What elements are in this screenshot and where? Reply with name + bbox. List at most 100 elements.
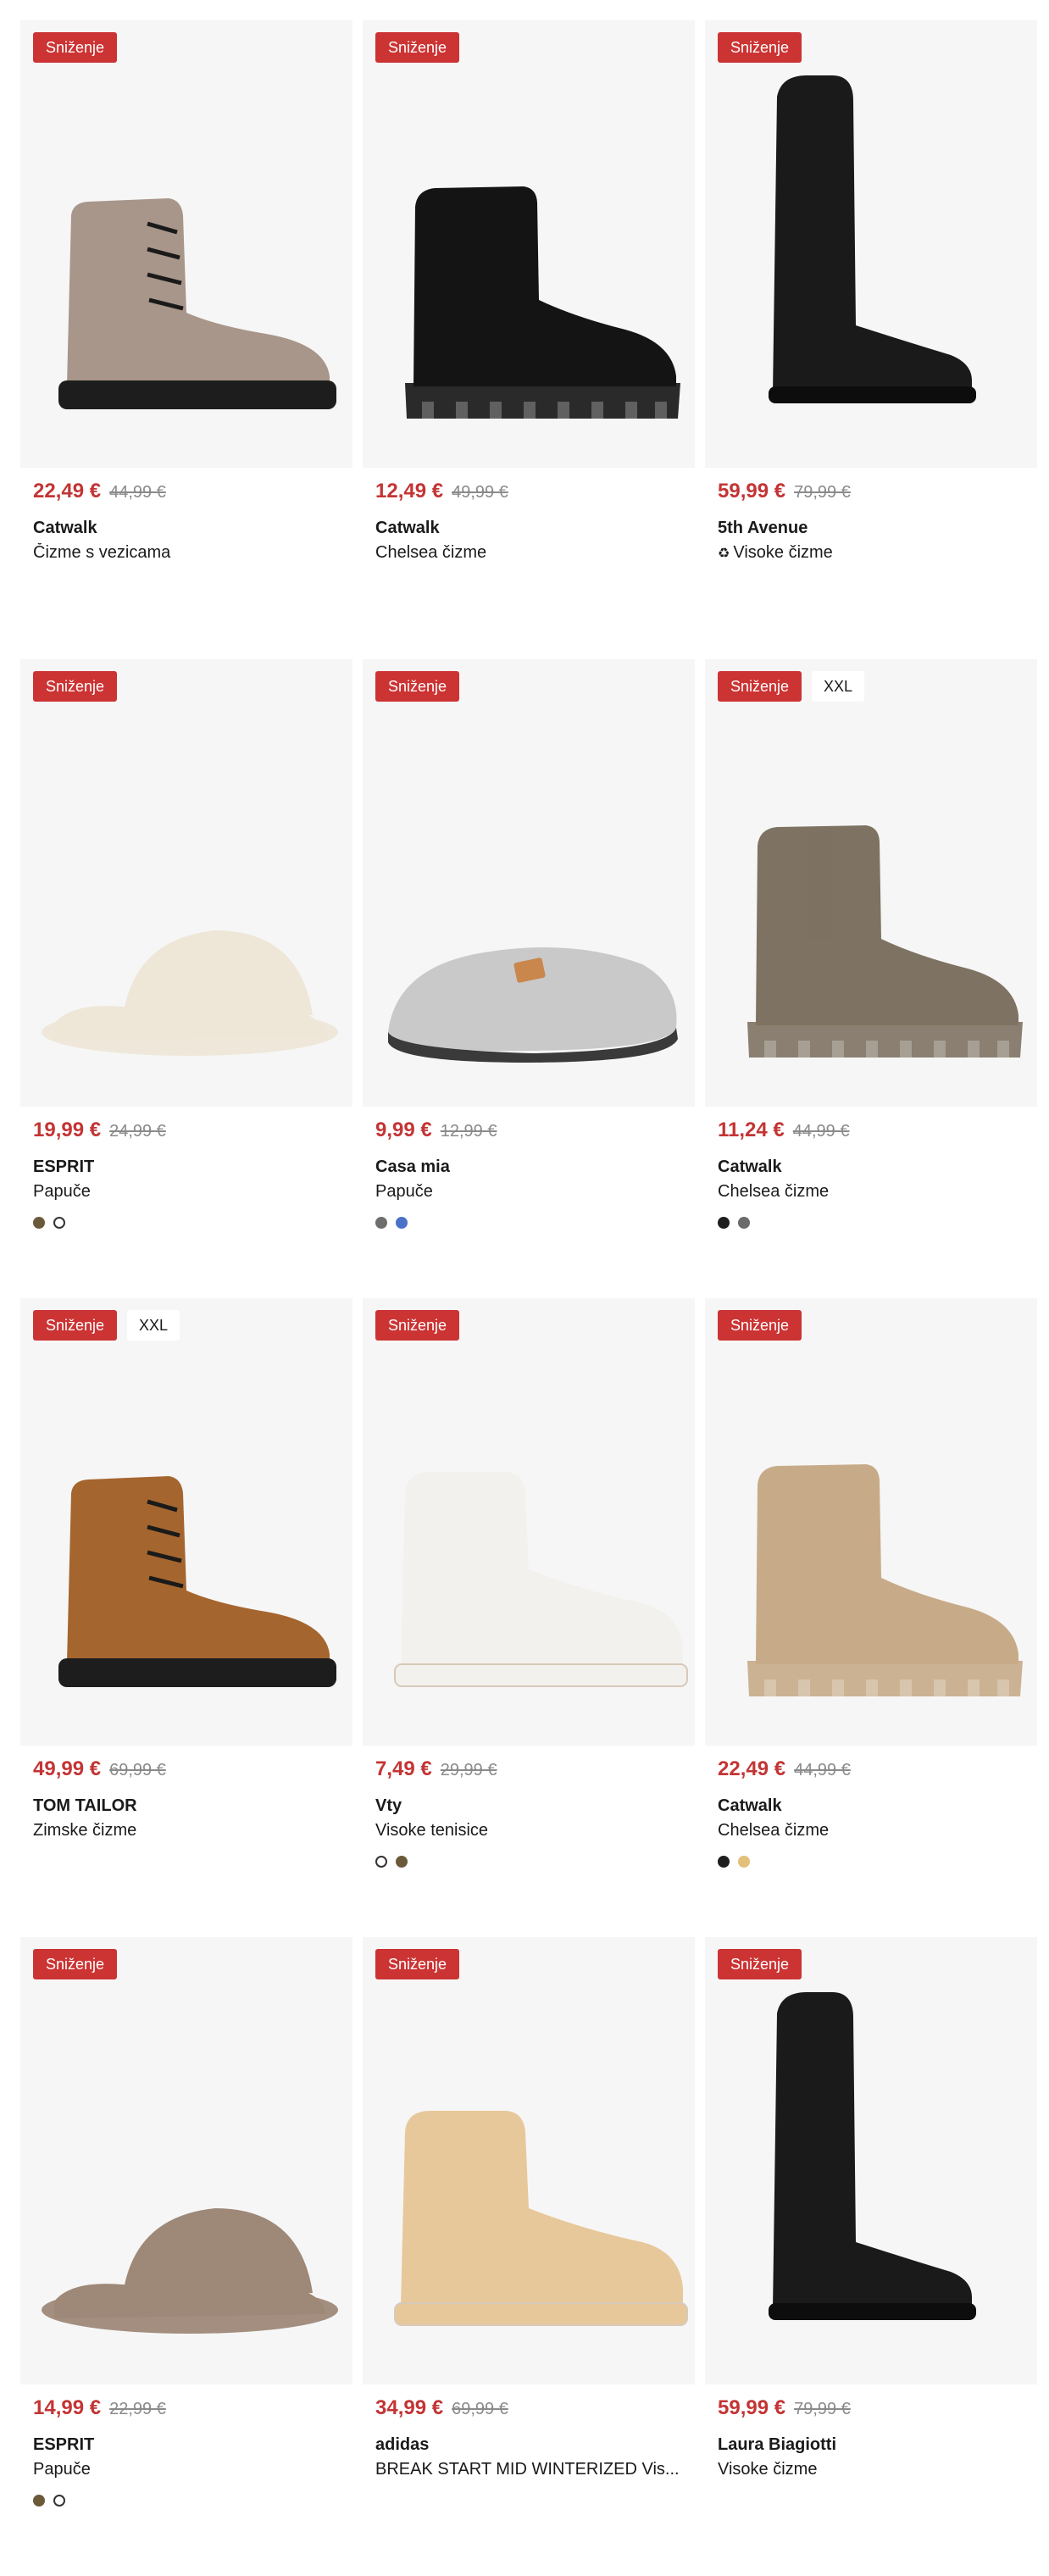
- product-name[interactable]: Zimske čizme: [33, 1821, 340, 1840]
- sale-price: 11,24 €: [718, 1119, 785, 1141]
- color-swatches: [33, 1217, 340, 1229]
- product-brand[interactable]: adidas: [375, 2435, 682, 2455]
- sale-price: 22,49 €: [718, 1757, 786, 1780]
- product-image[interactable]: Sniženje: [20, 1937, 352, 2384]
- product-image[interactable]: Sniženje: [705, 1937, 1037, 2384]
- product-image[interactable]: Sniženje XXL: [705, 659, 1037, 1107]
- product-image[interactable]: Sniženje: [363, 659, 695, 1107]
- original-price: 69,99 €: [452, 2400, 508, 2418]
- price-row: 22,49 € 44,99 €: [33, 480, 340, 503]
- product-card[interactable]: Sniženje 12,49 € 49,99 € Catwalk Chelsea čiz…: [363, 20, 695, 659]
- product-name[interactable]: Čizme s vezicama: [33, 543, 340, 563]
- color-swatch[interactable]: [375, 1217, 387, 1229]
- sale-badge: Sniženje: [33, 671, 118, 702]
- product-card[interactable]: Sniženje 34,99 € 69,99 € adidas BREAK START …: [363, 1937, 695, 2576]
- product-name[interactable]: Papuče: [33, 2460, 340, 2479]
- product-card[interactable]: Sniženje 19,99 € 24,99 € ESPRIT Papuče: [20, 659, 352, 1298]
- color-swatch[interactable]: [396, 1856, 408, 1868]
- sale-price: 12,49 €: [375, 480, 444, 502]
- product-card[interactable]: Sniženje 22,49 € 44,99 € Catwalk Chelsea čiz…: [705, 1298, 1037, 1937]
- product-name[interactable]: Papuče: [375, 1182, 682, 1202]
- original-price: 44,99 €: [109, 483, 166, 502]
- product-name-text: Čizme s vezicama: [33, 543, 171, 562]
- product-card[interactable]: Sniženje 59,99 € 79,99 € Laura Biagiotti Vis…: [705, 1937, 1037, 2576]
- sale-price: 14,99 €: [33, 2396, 102, 2419]
- original-price: 22,99 €: [109, 2400, 166, 2418]
- sustainability-icon: ♻: [718, 547, 730, 561]
- product-brand[interactable]: TOM TAILOR: [33, 1796, 340, 1816]
- product-brand[interactable]: Catwalk: [718, 1158, 1024, 1177]
- original-price: 69,99 €: [109, 1761, 166, 1779]
- product-image[interactable]: Sniženje: [363, 1937, 695, 2384]
- product-image[interactable]: Sniženje XXL: [20, 1298, 352, 1746]
- xxl-badge: XXL: [127, 1310, 180, 1341]
- sale-badge: Sniženje: [375, 671, 460, 702]
- product-name[interactable]: BREAK START MID WINTERIZED Vis...: [375, 2460, 682, 2479]
- product-brand[interactable]: ESPRIT: [33, 2435, 340, 2455]
- product-brand[interactable]: ESPRIT: [33, 1158, 340, 1177]
- product-brand[interactable]: Catwalk: [718, 1796, 1024, 1816]
- product-image[interactable]: Sniženje: [20, 659, 352, 1107]
- product-card[interactable]: Sniženje XXL 49,99 € 69,99 € TOM TAILOR Zimsk…: [20, 1298, 352, 1937]
- color-swatch[interactable]: [396, 1217, 408, 1229]
- product-name[interactable]: Chelsea čizme: [718, 1182, 1024, 1202]
- product-card[interactable]: Sniženje XXL 11,24 € 44,99 € Catwalk Chelsea …: [705, 659, 1037, 1298]
- product-name[interactable]: Visoke čizme: [718, 2460, 1024, 2479]
- xxl-badge: XXL: [812, 671, 865, 702]
- product-name[interactable]: Visoke tenisice: [375, 1821, 682, 1840]
- product-image[interactable]: Sniženje: [705, 1298, 1037, 1746]
- product-grid: Sniženje 22,49 € 44,99 € Catwalk Čizme s vez…: [20, 20, 1037, 2576]
- price-row: 11,24 € 44,99 €: [718, 1119, 1024, 1142]
- color-swatch[interactable]: [33, 1217, 45, 1229]
- price-row: 49,99 € 69,99 €: [33, 1757, 340, 1781]
- product-brand[interactable]: Laura Biagiotti: [718, 2435, 1024, 2455]
- color-swatch[interactable]: [53, 2495, 65, 2507]
- sale-price: 7,49 €: [375, 1757, 432, 1780]
- color-swatch[interactable]: [738, 1217, 750, 1229]
- sale-price: 59,99 €: [718, 2396, 786, 2419]
- original-price: 29,99 €: [440, 1761, 497, 1779]
- product-image[interactable]: Sniženje: [20, 20, 352, 468]
- original-price: 49,99 €: [452, 483, 508, 502]
- product-image[interactable]: Sniženje: [705, 20, 1037, 468]
- product-card[interactable]: Sniženje 14,99 € 22,99 € ESPRIT Papuče: [20, 1937, 352, 2576]
- sale-badge: Sniženje: [33, 1949, 118, 1979]
- color-swatch[interactable]: [738, 1856, 750, 1868]
- product-name-text: Papuče: [33, 1182, 91, 1201]
- price-row: 19,99 € 24,99 €: [33, 1119, 340, 1142]
- color-swatch[interactable]: [718, 1217, 730, 1229]
- product-brand[interactable]: Catwalk: [33, 519, 340, 538]
- product-brand[interactable]: Casa mia: [375, 1158, 682, 1177]
- product-image[interactable]: Sniženje: [363, 1298, 695, 1746]
- color-swatch[interactable]: [718, 1856, 730, 1868]
- product-brand[interactable]: 5th Avenue: [718, 519, 1024, 538]
- sale-badge: Sniženje: [718, 1310, 802, 1341]
- original-price: 79,99 €: [794, 2400, 851, 2418]
- product-name[interactable]: Chelsea čizme: [718, 1821, 1024, 1840]
- color-swatch[interactable]: [375, 1856, 387, 1868]
- product-card[interactable]: Sniženje 59,99 € 79,99 € 5th Avenue ♻ Visoke …: [705, 20, 1037, 659]
- product-name[interactable]: Papuče: [33, 1182, 340, 1202]
- color-swatch[interactable]: [53, 1217, 65, 1229]
- original-price: 79,99 €: [794, 483, 851, 502]
- product-image[interactable]: Sniženje: [363, 20, 695, 468]
- product-card[interactable]: Sniženje 9,99 € 12,99 € Casa mia Papuče: [363, 659, 695, 1298]
- original-price: 44,99 €: [794, 1761, 851, 1779]
- price-row: 12,49 € 49,99 €: [375, 480, 682, 503]
- price-row: 34,99 € 69,99 €: [375, 2396, 682, 2420]
- sale-badge: Sniženje: [33, 1310, 118, 1341]
- product-brand[interactable]: Vty: [375, 1796, 682, 1816]
- product-name-text: Chelsea čizme: [718, 1182, 830, 1201]
- product-name[interactable]: ♻ Visoke čizme: [718, 543, 1024, 563]
- sale-badge: Sniženje: [718, 32, 802, 63]
- product-name-text: Visoke čizme: [718, 2460, 818, 2479]
- sale-price: 49,99 €: [33, 1757, 102, 1780]
- product-name[interactable]: Chelsea čizme: [375, 543, 682, 563]
- product-card[interactable]: Sniženje 7,49 € 29,99 € Vty Visoke tenisice: [363, 1298, 695, 1937]
- product-name-text: Zimske čizme: [33, 1821, 137, 1840]
- sale-price: 19,99 €: [33, 1119, 102, 1141]
- color-swatch[interactable]: [33, 2495, 45, 2507]
- product-brand[interactable]: Catwalk: [375, 519, 682, 538]
- product-card[interactable]: Sniženje 22,49 € 44,99 € Catwalk Čizme s vez…: [20, 20, 352, 659]
- color-swatches: [718, 1856, 1024, 1868]
